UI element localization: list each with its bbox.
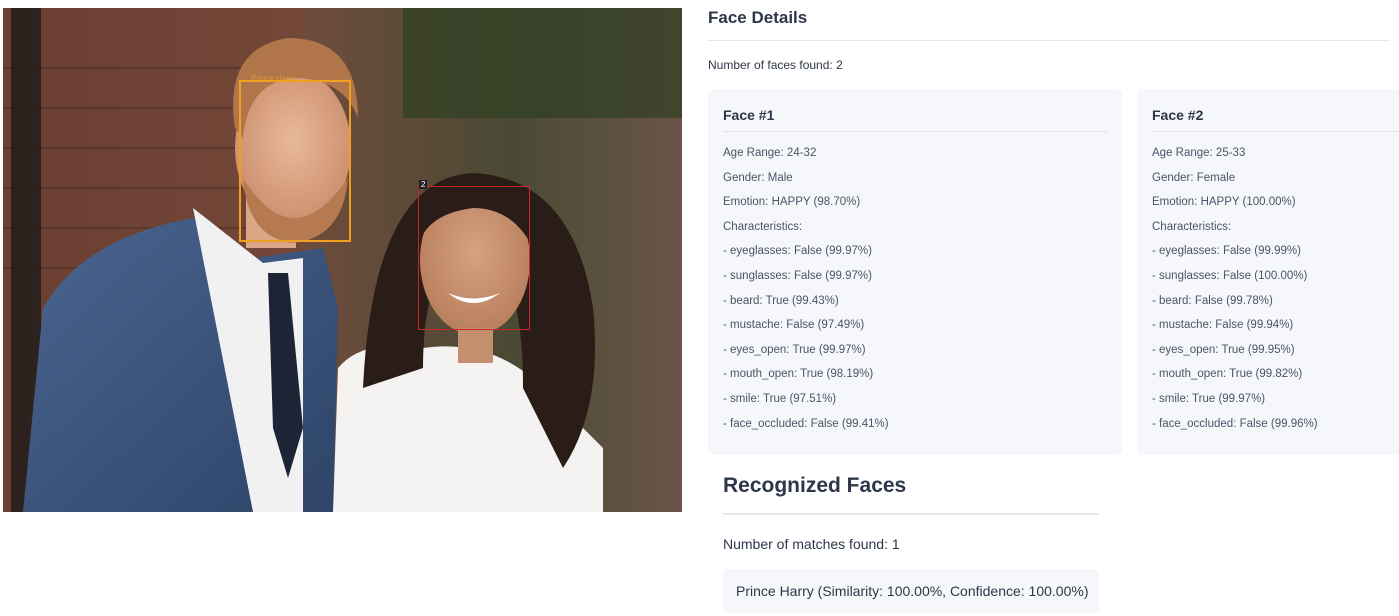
face-card-divider: [723, 131, 1107, 132]
age-range: Age Range: 25-33: [1152, 147, 1246, 159]
characteristic-eyes-open: - eyes_open: True (99.97%): [723, 343, 866, 356]
characteristic-mustache: - mustache: False (99.94%): [1152, 319, 1294, 332]
characteristic-beard: - beard: True (99.43%): [723, 294, 839, 307]
face-card-divider: [1152, 131, 1399, 132]
characteristic-eyeglasses: - eyeglasses: False (99.99%): [1152, 245, 1301, 258]
characteristic-sunglasses: - sunglasses: False (99.97%): [723, 269, 872, 282]
age-range: Age Range: 24-32: [723, 147, 817, 159]
characteristics-label: Characteristics:: [1152, 220, 1232, 233]
gender: Gender: Female: [1152, 171, 1236, 184]
characteristic-beard: - beard: False (99.78%): [1152, 294, 1273, 307]
recognized-faces-divider: [723, 513, 1099, 515]
face-details-title: Face Details: [708, 8, 808, 27]
analyzed-photo: Prince Harry 2: [3, 8, 682, 512]
face-card-title: Face #2: [1152, 107, 1204, 123]
characteristic-mouth-open: - mouth_open: True (99.82%): [1152, 368, 1303, 381]
characteristic-smile: - smile: True (99.97%): [1152, 392, 1266, 405]
face-box-2-tag: 2: [419, 180, 428, 189]
face-box-1-tag: Prince Harry: [251, 74, 296, 83]
matches-found-count: Number of matches found: 1: [723, 536, 900, 552]
face-card-title: Face #1: [723, 107, 775, 123]
face-card-2: Face #2 Age Range: 25-33 Gender: Female …: [1137, 89, 1399, 455]
match-item: Prince Harry (Similarity: 100.00%, Confi…: [723, 569, 1099, 613]
characteristic-sunglasses: - sunglasses: False (100.00%): [1152, 269, 1308, 282]
characteristic-mustache: - mustache: False (97.49%): [723, 319, 865, 332]
faces-found-count: Number of faces found: 2: [708, 58, 843, 72]
emotion: Emotion: HAPPY (98.70%): [723, 196, 861, 209]
characteristic-eyeglasses: - eyeglasses: False (99.97%): [723, 245, 872, 258]
characteristic-face-occluded: - face_occluded: False (99.41%): [723, 417, 889, 430]
characteristic-smile: - smile: True (97.51%): [723, 392, 837, 405]
face-box-1: Prince Harry: [239, 74, 351, 242]
characteristic-eyes-open: - eyes_open: True (99.95%): [1152, 343, 1295, 356]
recognized-faces-title: Recognized Faces: [723, 474, 907, 497]
characteristic-face-occluded: - face_occluded: False (99.96%): [1152, 417, 1318, 430]
face-details-divider: [708, 40, 1390, 41]
emotion: Emotion: HAPPY (100.00%): [1152, 196, 1296, 209]
face-box-2: 2: [418, 180, 530, 330]
characteristic-mouth-open: - mouth_open: True (98.19%): [723, 368, 874, 381]
face-card-1: Face #1 Age Range: 24-32 Gender: Male Em…: [708, 89, 1122, 455]
gender: Gender: Male: [723, 171, 793, 184]
characteristics-label: Characteristics:: [723, 220, 803, 233]
